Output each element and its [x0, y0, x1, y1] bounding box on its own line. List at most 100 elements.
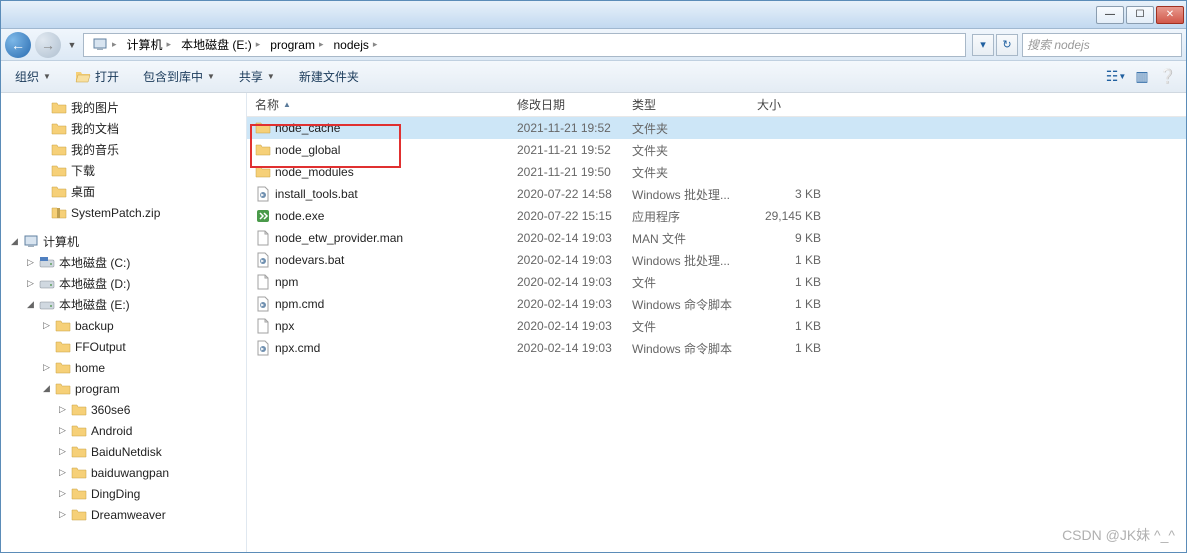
- tree-item[interactable]: 桌面: [1, 181, 246, 202]
- nav-bar: ← → ▼ ▸ 计算机▸ 本地磁盘 (E:)▸ program▸ nodejs▸…: [1, 29, 1186, 61]
- nav-back-button[interactable]: ←: [5, 32, 31, 58]
- file-row[interactable]: npm.cmd 2020-02-14 19:03 Windows 命令脚本 1 …: [247, 293, 1186, 315]
- tree-label: FFOutput: [75, 340, 126, 354]
- file-row[interactable]: node_cache 2021-11-21 19:52 文件夹: [247, 117, 1186, 139]
- tree-item[interactable]: ▷backup: [1, 315, 246, 336]
- file-date: 2020-07-22 15:15: [509, 209, 624, 223]
- share-menu[interactable]: 共享▼: [233, 66, 281, 87]
- expand-icon[interactable]: ▷: [59, 404, 71, 415]
- file-icon: [255, 318, 271, 334]
- sort-asc-icon: ▲: [283, 100, 291, 109]
- column-size[interactable]: 大小: [749, 93, 829, 116]
- file-name: install_tools.bat: [275, 187, 358, 201]
- organize-menu[interactable]: 组织▼: [9, 66, 57, 87]
- tree-item[interactable]: 我的音乐: [1, 139, 246, 160]
- minimize-button[interactable]: —: [1096, 6, 1124, 24]
- file-size: 1 KB: [749, 319, 829, 333]
- tree-item[interactable]: 我的文档: [1, 118, 246, 139]
- file-row[interactable]: node_global 2021-11-21 19:52 文件夹: [247, 139, 1186, 161]
- tree-item[interactable]: ▷baiduwangpan: [1, 462, 246, 483]
- view-options-button[interactable]: ☷ ▼: [1106, 67, 1126, 87]
- tree-item[interactable]: ◢本地磁盘 (E:): [1, 294, 246, 315]
- folder-icon: [71, 402, 87, 418]
- maximize-button[interactable]: ☐: [1126, 6, 1154, 24]
- search-input[interactable]: 搜索 nodejs: [1022, 33, 1182, 57]
- column-date[interactable]: 修改日期: [509, 93, 624, 116]
- file-row[interactable]: install_tools.bat 2020-07-22 14:58 Windo…: [247, 183, 1186, 205]
- open-label: 打开: [95, 68, 119, 85]
- close-button[interactable]: ✕: [1156, 6, 1184, 24]
- expand-icon[interactable]: ◢: [11, 236, 23, 247]
- preview-pane-button[interactable]: ▥: [1132, 67, 1152, 87]
- file-row[interactable]: node_modules 2021-11-21 19:50 文件夹: [247, 161, 1186, 183]
- expand-icon[interactable]: ▷: [59, 467, 71, 478]
- crumb-1[interactable]: 本地磁盘 (E:)▸: [177, 35, 264, 54]
- file-name: npx: [275, 319, 294, 333]
- folder-icon: [51, 121, 67, 137]
- file-row[interactable]: node_etw_provider.man 2020-02-14 19:03 M…: [247, 227, 1186, 249]
- tree-item[interactable]: ▷ 本地磁盘 (C:): [1, 252, 246, 273]
- file-name: npx.cmd: [275, 341, 320, 355]
- expand-icon[interactable]: ◢: [27, 299, 39, 310]
- folder-icon: [55, 339, 71, 355]
- tree-item[interactable]: ▷DingDing: [1, 483, 246, 504]
- expand-icon[interactable]: ▷: [59, 509, 71, 520]
- refresh-button[interactable]: ↻: [996, 34, 1018, 56]
- column-type[interactable]: 类型: [624, 93, 749, 116]
- address-dropdown-button[interactable]: ▾: [972, 34, 994, 56]
- file-row[interactable]: node.exe 2020-07-22 15:15 应用程序 29,145 KB: [247, 205, 1186, 227]
- file-view: 名称 ▲ 修改日期 类型 大小 node_cache 2021-11-21 19…: [247, 93, 1186, 552]
- new-folder-button[interactable]: 新建文件夹: [293, 66, 365, 87]
- tree-item[interactable]: ▷本地磁盘 (D:): [1, 273, 246, 294]
- crumb-computer-icon[interactable]: ▸: [88, 36, 121, 54]
- file-type: 文件: [624, 318, 749, 335]
- address-bar[interactable]: ▸ 计算机▸ 本地磁盘 (E:)▸ program▸ nodejs▸: [83, 33, 966, 57]
- tree-item[interactable]: ◢program: [1, 378, 246, 399]
- tree-item[interactable]: FFOutput: [1, 336, 246, 357]
- file-row[interactable]: npm 2020-02-14 19:03 文件 1 KB: [247, 271, 1186, 293]
- file-list[interactable]: node_cache 2021-11-21 19:52 文件夹 node_glo…: [247, 117, 1186, 552]
- file-row[interactable]: nodevars.bat 2020-02-14 19:03 Windows 批处…: [247, 249, 1186, 271]
- include-in-library-menu[interactable]: 包含到库中▼: [137, 66, 221, 87]
- file-row[interactable]: npx 2020-02-14 19:03 文件 1 KB: [247, 315, 1186, 337]
- file-icon: [255, 274, 271, 290]
- folder-icon: [255, 164, 271, 180]
- title-bar: — ☐ ✕: [1, 1, 1186, 29]
- file-row[interactable]: npx.cmd 2020-02-14 19:03 Windows 命令脚本 1 …: [247, 337, 1186, 359]
- expand-icon[interactable]: ▷: [27, 257, 39, 268]
- column-name[interactable]: 名称 ▲: [247, 93, 509, 116]
- file-date: 2021-11-21 19:50: [509, 165, 624, 179]
- nav-history-dropdown[interactable]: ▼: [65, 40, 79, 50]
- expand-icon[interactable]: ▷: [43, 320, 55, 331]
- nav-forward-button[interactable]: →: [35, 32, 61, 58]
- help-button[interactable]: ❔: [1158, 67, 1178, 87]
- tree-item[interactable]: SystemPatch.zip: [1, 202, 246, 223]
- tree-item[interactable]: ▷BaiduNetdisk: [1, 441, 246, 462]
- tree-item[interactable]: ▷360se6: [1, 399, 246, 420]
- tree-label: Android: [91, 424, 132, 438]
- expand-icon[interactable]: ▷: [27, 278, 39, 289]
- file-type: 应用程序: [624, 208, 749, 225]
- tree-item[interactable]: 我的图片: [1, 97, 246, 118]
- open-button[interactable]: 打开: [69, 66, 125, 87]
- expand-icon[interactable]: ▷: [59, 446, 71, 457]
- tree-item[interactable]: ▷ Android: [1, 420, 246, 441]
- tree-label: 桌面: [71, 183, 95, 200]
- folder-icon: [255, 120, 271, 136]
- crumb-2[interactable]: program▸: [266, 37, 327, 53]
- expand-icon[interactable]: ▷: [43, 362, 55, 373]
- crumb-3[interactable]: nodejs▸: [330, 37, 382, 53]
- expand-icon[interactable]: ▷: [59, 488, 71, 499]
- tree-item[interactable]: ▷home: [1, 357, 246, 378]
- nav-tree[interactable]: 我的图片我的文档我的音乐下载桌面SystemPatch.zip◢计算机▷本地磁盘…: [1, 93, 247, 552]
- expand-icon[interactable]: ▷: [59, 425, 71, 436]
- tree-item[interactable]: 下载: [1, 160, 246, 181]
- file-type: 文件夹: [624, 142, 749, 159]
- file-type: Windows 命令脚本: [624, 340, 749, 357]
- tree-item[interactable]: ▷Dreamweaver: [1, 504, 246, 525]
- expand-icon[interactable]: ◢: [43, 383, 55, 394]
- tree-label: 本地磁盘 (C:): [59, 254, 130, 271]
- crumb-0[interactable]: 计算机▸: [123, 35, 176, 54]
- tree-item[interactable]: ◢计算机: [1, 231, 246, 252]
- drive-icon: [39, 297, 55, 313]
